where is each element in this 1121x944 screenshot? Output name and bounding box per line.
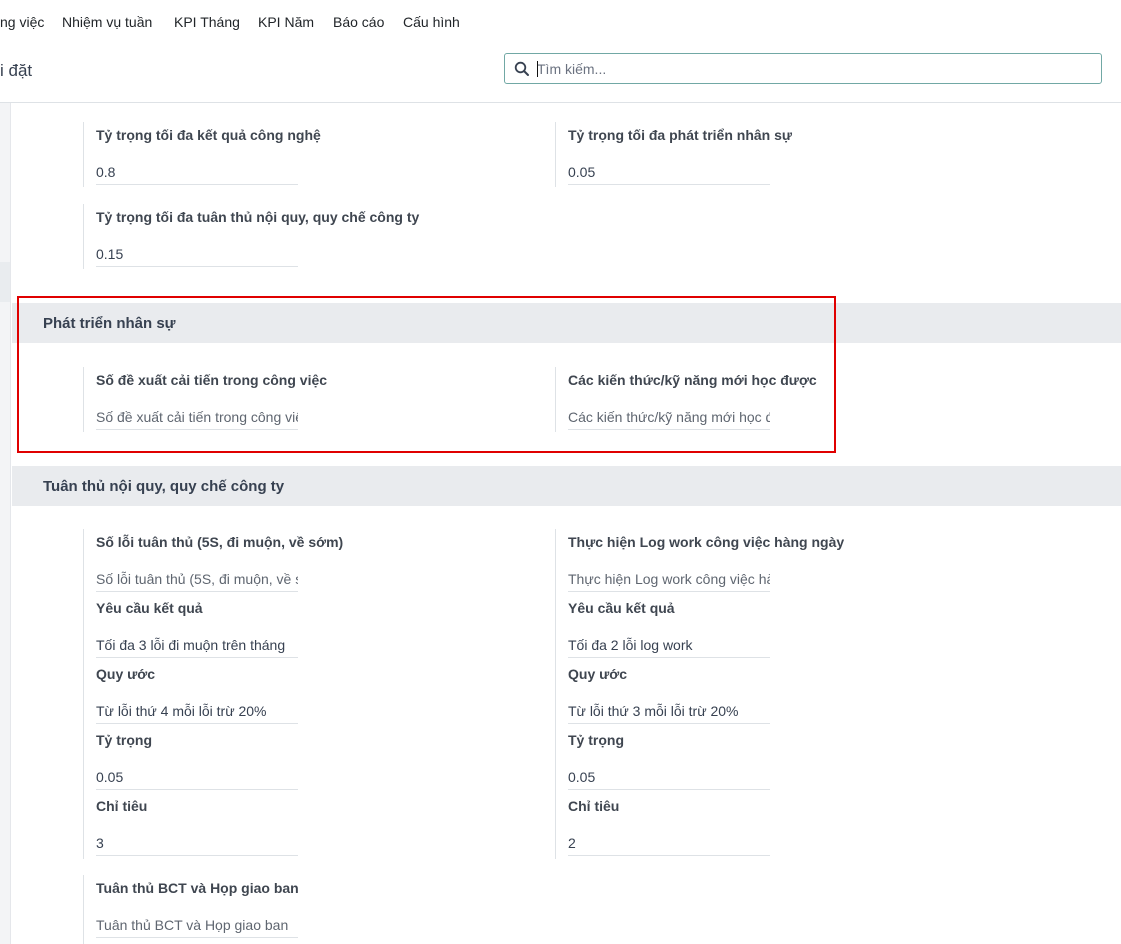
convention-field[interactable]: Từ lỗi thứ 3 mỗi lỗi trừ 20% <box>568 701 770 724</box>
target-label: Chỉ tiêu <box>568 798 620 814</box>
group-header-compliance: Tuân thủ nội quy, quy chế công ty <box>12 466 1121 506</box>
hr-dev-weight-field[interactable]: 0.05 <box>568 162 770 185</box>
search-icon[interactable] <box>514 61 530 77</box>
daily-logwork-label: Thực hiện Log work công việc hàng ngày <box>568 534 845 550</box>
new-skills-field[interactable]: Các kiến thức/kỹ năng mới học được <box>568 407 770 430</box>
compliance-errors-field[interactable]: Số lỗi tuân thủ (5S, đi muộn, về sớm) <box>96 569 298 592</box>
left-panel-edge <box>0 103 11 944</box>
group-header-hr-development: Phát triển nhân sự <box>12 303 1121 343</box>
compliance-weight-label: Tỷ trọng tối đa tuân thủ nội quy, quy ch… <box>96 209 420 225</box>
target-field[interactable]: 2 <box>568 833 770 856</box>
target-field[interactable]: 3 <box>96 833 298 856</box>
tech-result-weight-label: Tỷ trọng tối đa kết quả công nghệ <box>96 127 321 143</box>
field-divider <box>83 529 84 859</box>
compliance-errors-label: Số lỗi tuân thủ (5S, đi muộn, về sớm) <box>96 534 344 550</box>
group-title: Tuân thủ nội quy, quy chế công ty <box>43 478 285 495</box>
field-divider <box>83 122 84 187</box>
new-skills-label: Các kiến thức/kỹ năng mới học được <box>568 372 817 388</box>
top-navigation: ng việc Nhiệm vụ tuần KPI Tháng KPI Năm … <box>0 0 1121 44</box>
bct-meeting-label: Tuân thủ BCT và Họp giao ban <box>96 880 299 896</box>
bct-meeting-field[interactable]: Tuân thủ BCT và Họp giao ban <box>96 915 298 938</box>
weight-label: Tỷ trọng <box>568 732 624 748</box>
field-divider <box>555 122 556 187</box>
search-bar[interactable] <box>504 53 1102 84</box>
improvement-suggestions-label: Số đề xuất cải tiến trong công việc <box>96 372 328 388</box>
field-divider <box>555 367 556 432</box>
target-label: Chỉ tiêu <box>96 798 148 814</box>
result-requirement-label: Yêu cầu kết quả <box>568 600 675 616</box>
improvement-suggestions-field[interactable]: Số đề xuất cải tiến trong công việc <box>96 407 298 430</box>
daily-logwork-field[interactable]: Thực hiện Log work công việc hàng ngày <box>568 569 770 592</box>
hr-dev-weight-label: Tỷ trọng tối đa phát triển nhân sự <box>568 127 793 143</box>
nav-item-bao-cao[interactable]: Báo cáo <box>333 14 384 30</box>
convention-field[interactable]: Từ lỗi thứ 4 mỗi lỗi trừ 20% <box>96 701 298 724</box>
tech-result-weight-field[interactable]: 0.8 <box>96 162 298 185</box>
nav-item-cau-hinh[interactable]: Cấu hình <box>403 14 460 30</box>
field-divider <box>555 529 556 859</box>
weight-label: Tỷ trọng <box>96 732 152 748</box>
nav-item-kpi-nam[interactable]: KPI Năm <box>258 14 314 30</box>
search-input[interactable] <box>537 59 1077 79</box>
field-divider <box>83 875 84 944</box>
breadcrumb[interactable]: i đặt <box>0 61 32 81</box>
field-divider <box>83 204 84 269</box>
weight-field[interactable]: 0.05 <box>96 767 298 790</box>
compliance-weight-field[interactable]: 0.15 <box>96 244 298 267</box>
result-requirement-label: Yêu cầu kết quả <box>96 600 203 616</box>
text-caret <box>537 61 538 77</box>
group-title: Phát triển nhân sự <box>43 315 176 332</box>
convention-label: Quy ước <box>568 666 627 682</box>
convention-label: Quy ước <box>96 666 155 682</box>
result-requirement-field[interactable]: Tối đa 2 lỗi log work <box>568 635 770 658</box>
weight-field[interactable]: 0.05 <box>568 767 770 790</box>
left-panel-marker <box>0 262 10 302</box>
field-divider <box>83 367 84 432</box>
nav-item-nhiem-vu-tuan[interactable]: Nhiệm vụ tuần <box>62 14 152 30</box>
nav-item-kpi-thang[interactable]: KPI Tháng <box>174 14 240 30</box>
result-requirement-field[interactable]: Tối đa 3 lỗi đi muộn trên tháng <box>96 635 298 658</box>
nav-item-cong-viec[interactable]: ng việc <box>0 14 44 30</box>
